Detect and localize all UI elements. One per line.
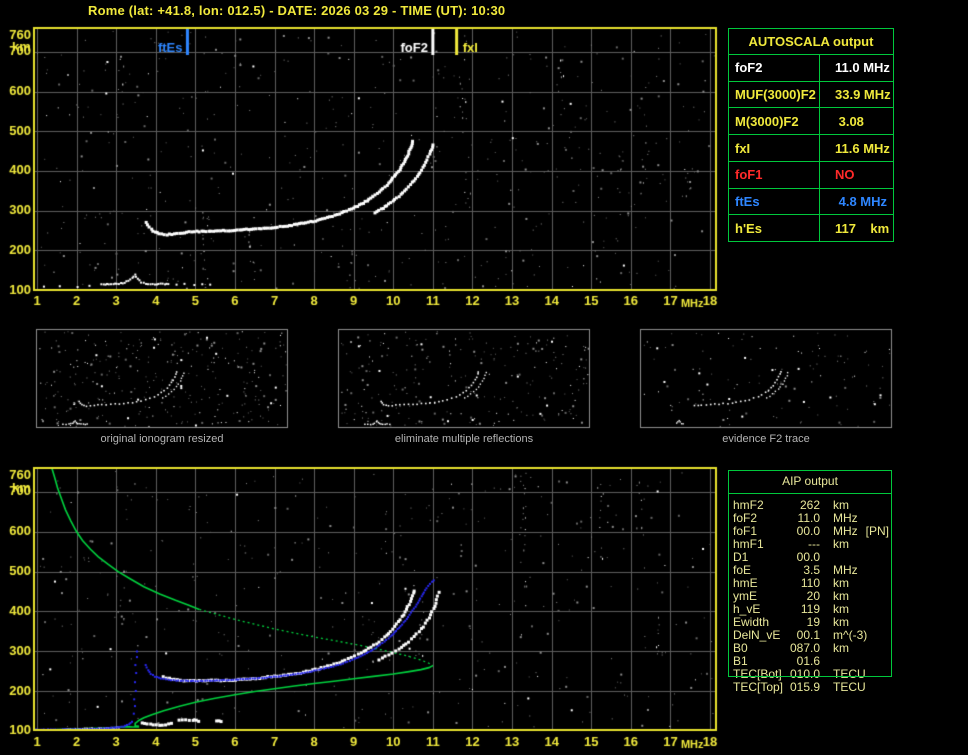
autoscala-row: foF1 NO xyxy=(729,161,893,189)
aip-value: 110 xyxy=(800,575,820,590)
autoscala-row-value: 117 km xyxy=(835,220,890,236)
aip-value: --- xyxy=(808,536,820,551)
aip-value: 015.9 xyxy=(789,679,820,694)
aip-unit: km xyxy=(833,614,849,629)
aip-rows: hmF2 262 km foF2 11.0 MHz foF1 00.0 MHz [PN] hm… xyxy=(728,494,892,694)
thumbnail-caption-f2trace: evidence F2 trace xyxy=(722,433,810,445)
aip-value: 20 xyxy=(806,588,820,603)
aip-row: B1 01.6 xyxy=(733,653,892,668)
autoscala-row-value: 4.8 MHz xyxy=(835,193,888,209)
aip-unit: TECU xyxy=(833,666,866,681)
station-date-time-title: Rome (lat: +41.8, lon: 012.5) - DATE: 20… xyxy=(88,3,506,18)
autoscala-row: ftEs 4.8 MHz xyxy=(729,188,893,216)
aip-output-table: AIP output hmF2 262 km foF2 11.0 MHz foF1 00.… xyxy=(728,470,892,694)
autoscala-row: M(3000)F2 3.08 xyxy=(729,108,893,136)
autoscala-row-value: NO xyxy=(835,167,855,183)
autoscala-table-header: AUTOSCALA output xyxy=(729,29,893,55)
aip-label: B0 xyxy=(733,640,748,655)
aip-value: 01.6 xyxy=(796,653,820,668)
aip-row: ymE 20 km xyxy=(733,588,892,603)
autoscala-row-label: MUF(3000)F2 xyxy=(729,81,820,108)
autoscala-app-window: Rome (lat: +41.8, lon: 012.5) - DATE: 20… xyxy=(0,0,968,755)
aip-label: D1 xyxy=(733,549,749,564)
aip-label: ymE xyxy=(733,588,757,603)
aip-unit: km xyxy=(833,497,849,512)
aip-label: hmF2 xyxy=(733,497,764,512)
aip-label: foE xyxy=(733,562,752,577)
aip-table-header: AIP output xyxy=(728,470,892,494)
aip-row: foF2 11.0 MHz xyxy=(733,510,892,525)
aip-row: TEC[Bot] 010.0 TECU xyxy=(733,666,892,681)
aip-label: TEC[Bot] xyxy=(733,666,782,681)
aip-unit: MHz xyxy=(833,562,858,577)
autoscala-row-label: foF2 xyxy=(729,55,820,81)
autoscala-row-label: fxI xyxy=(729,135,820,161)
aip-row: Ewidth 19 km xyxy=(733,614,892,629)
aip-value: 00.0 xyxy=(796,523,820,538)
autoscala-row-label: h'Es xyxy=(729,215,820,242)
aip-extra: [PN] xyxy=(865,523,890,538)
autoscala-row-label: ftEs xyxy=(729,188,820,215)
autoscala-row-value: 11.0 MHz xyxy=(835,60,890,76)
aip-row: foF1 00.0 MHz [PN] xyxy=(733,523,892,538)
aip-unit: km xyxy=(833,588,849,603)
autoscala-row-value: 3.08 xyxy=(835,113,864,129)
aip-label: DelN_vE xyxy=(733,627,781,642)
aip-value: 119 xyxy=(800,601,820,616)
aip-label: h_vE xyxy=(733,601,761,616)
autoscala-output-table: AUTOSCALA output foF2 11.0 MHz MUF(3000)… xyxy=(728,28,894,242)
aip-label: Ewidth xyxy=(733,614,770,629)
aip-unit: km xyxy=(833,601,849,616)
thumbnail-caption-reflections: eliminate multiple reflections xyxy=(394,433,534,445)
aip-unit: m^(-3) xyxy=(833,627,868,642)
aip-unit: TECU xyxy=(833,679,866,694)
aip-unit: km xyxy=(833,536,849,551)
aip-unit: km xyxy=(833,640,849,655)
thumbnail-caption-original: original ionogram resized xyxy=(100,433,224,445)
aip-label: hmF1 xyxy=(733,536,764,551)
aip-value: 19 xyxy=(806,614,820,629)
aip-value: 262 xyxy=(799,497,820,512)
autoscala-row-label: M(3000)F2 xyxy=(729,108,820,135)
aip-row: hmF1 --- km xyxy=(733,536,892,551)
aip-row: hmE 110 km xyxy=(733,575,892,590)
autoscala-row: MUF(3000)F2 33.9 MHz xyxy=(729,81,893,109)
autoscala-row-label: foF1 xyxy=(729,161,820,188)
aip-row: D1 00.0 xyxy=(733,549,892,564)
aip-label: B1 xyxy=(733,653,748,668)
autoscala-row-value: 11.6 MHz xyxy=(835,140,890,156)
aip-value: 010.0 xyxy=(789,666,820,681)
aip-unit: MHz xyxy=(833,523,858,538)
aip-value: 00.1 xyxy=(796,627,820,642)
aip-label: hmE xyxy=(733,575,758,590)
aip-value: 087.0 xyxy=(789,640,820,655)
autoscala-row-value: 33.9 MHz xyxy=(835,87,891,103)
aip-value: 11.0 xyxy=(797,510,820,525)
autoscala-row: h'Es 117 km xyxy=(729,215,893,242)
autoscala-row: foF2 11.0 MHz xyxy=(729,55,893,82)
aip-row: hmF2 262 km xyxy=(733,497,892,512)
aip-value: 3.5 xyxy=(803,562,820,577)
aip-row: TEC[Top] 015.9 TECU xyxy=(733,679,892,694)
autoscala-row: fxI 11.6 MHz xyxy=(729,135,893,162)
aip-row: h_vE 119 km xyxy=(733,601,892,616)
aip-label: TEC[Top] xyxy=(733,679,784,694)
aip-label: foF2 xyxy=(733,510,758,525)
aip-unit: MHz xyxy=(833,510,858,525)
aip-value: 00.0 xyxy=(796,549,820,564)
aip-row: foE 3.5 MHz xyxy=(733,562,892,577)
aip-row: DelN_vE 00.1 m^(-3) xyxy=(733,627,892,642)
aip-label: foF1 xyxy=(733,523,758,538)
aip-unit: km xyxy=(833,575,849,590)
aip-row: B0 087.0 km xyxy=(733,640,892,655)
